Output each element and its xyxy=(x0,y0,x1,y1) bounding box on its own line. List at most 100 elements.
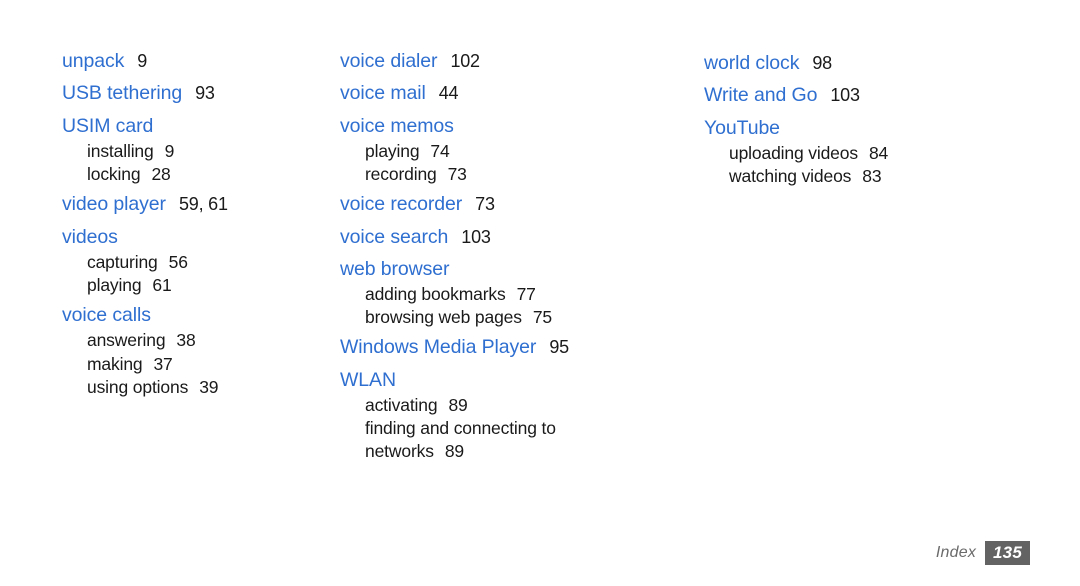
index-entry: voice search 103 xyxy=(340,220,661,251)
index-subentry-page-refs: 73 xyxy=(447,164,467,185)
index-term-row[interactable]: web browser xyxy=(340,252,661,283)
index-subentry[interactable]: installing 9 xyxy=(62,140,329,163)
index-subentry[interactable]: answering 38 xyxy=(62,329,329,352)
index-entry: videos capturing 56 playing 61 xyxy=(62,220,329,298)
index-page-refs: 44 xyxy=(438,83,459,104)
index-term-row[interactable]: videos xyxy=(62,220,329,251)
index-term: voice search xyxy=(340,225,449,248)
index-subentry-label: browsing web pages xyxy=(365,307,522,328)
index-subentry-label: playing xyxy=(87,275,142,295)
index-subentry-list: capturing 56 playing 61 xyxy=(62,251,329,297)
index-term-row[interactable]: Windows Media Player 95 xyxy=(340,330,661,361)
index-subentry-page-refs: 28 xyxy=(151,164,171,185)
index-term: WLAN xyxy=(340,368,396,391)
index-term-row[interactable]: world clock 98 xyxy=(704,46,1080,77)
index-entry: Windows Media Player 95 xyxy=(340,330,661,361)
index-subentry[interactable]: browsing web pages 75 xyxy=(340,306,600,329)
index-term: Write and Go xyxy=(704,84,818,107)
index-subentry[interactable]: playing 74 xyxy=(340,140,600,163)
index-subentry[interactable]: activating 89 xyxy=(340,394,600,417)
index-column-2: voice dialer 102 voice mail 44 voice memos pl… xyxy=(329,44,661,464)
index-page-refs: 9 xyxy=(137,51,148,71)
index-entry: video player 59, 61 xyxy=(62,187,329,218)
index-term: voice recorder xyxy=(340,193,463,216)
index-subentry-label: capturing xyxy=(87,251,158,272)
index-term: voice dialer xyxy=(340,50,438,72)
footer-section-label: Index xyxy=(935,544,977,561)
index-entry: Write and Go 103 xyxy=(704,78,1080,109)
index-term: USB tethering xyxy=(62,82,183,105)
index-subentry-label: locking xyxy=(87,164,141,185)
index-subentry-page-refs: 56 xyxy=(168,251,188,272)
index-entry: YouTube uploading videos 84 watching videos… xyxy=(704,111,1080,189)
index-subentry-list: uploading videos 84 watching videos 83 xyxy=(704,142,1080,188)
index-subentry-list: activating 89 finding and connecting to ne… xyxy=(340,394,661,463)
index-subentry[interactable]: locking 28 xyxy=(62,163,329,186)
index-term-row[interactable]: USB tethering 93 xyxy=(62,76,329,107)
index-term-row[interactable]: voice mail 44 xyxy=(340,76,661,107)
index-term-row[interactable]: YouTube xyxy=(704,111,1080,142)
index-subentry-page-refs: 89 xyxy=(448,395,468,416)
index-column-1: unpack 9 USB tethering 93 USIM card installin… xyxy=(0,44,329,400)
index-term-row[interactable]: video player 59, 61 xyxy=(62,187,329,218)
index-subentry-label: adding bookmarks xyxy=(365,284,506,305)
index-subentry-page-refs: 83 xyxy=(862,166,882,187)
index-subentry-page-refs: 38 xyxy=(176,330,196,351)
index-subentry[interactable]: making 37 xyxy=(62,353,329,376)
index-subentry[interactable]: watching videos 83 xyxy=(704,165,989,188)
index-subentry-page-refs: 75 xyxy=(532,307,552,328)
index-subentry-page-refs: 77 xyxy=(516,284,536,305)
index-term-row[interactable]: voice search 103 xyxy=(340,220,661,251)
index-entry: voice memos playing 74 recording 73 xyxy=(340,109,661,187)
index-column-3: world clock 98 Write and Go 103 YouTube uploa… xyxy=(661,44,1080,189)
index-subentry[interactable]: capturing 56 xyxy=(62,251,329,274)
index-term: video player xyxy=(62,193,166,216)
index-entry: voice recorder 73 xyxy=(340,187,661,218)
index-subentry-list: answering 38 making 37 using options 39 xyxy=(62,329,329,398)
index-term: YouTube xyxy=(704,116,780,139)
index-subentry[interactable]: adding bookmarks 77 xyxy=(340,283,600,306)
index-term: voice memos xyxy=(340,114,454,137)
index-subentry-page-refs: 74 xyxy=(430,141,450,162)
index-page-refs: 102 xyxy=(450,51,480,71)
index-subentry-list: installing 9 locking 28 xyxy=(62,140,329,186)
index-page-refs: 59, 61 xyxy=(178,194,228,215)
index-term-row[interactable]: voice recorder 73 xyxy=(340,187,661,218)
index-entry: world clock 98 xyxy=(704,46,1080,77)
index-term-row[interactable]: voice memos xyxy=(340,109,661,140)
index-subentry-page-refs: 37 xyxy=(153,353,173,374)
index-columns: unpack 9 USB tethering 93 USIM card installin… xyxy=(0,44,1080,464)
index-subentry-page-refs: 61 xyxy=(152,275,172,295)
index-page-refs: 103 xyxy=(461,226,491,247)
index-subentry-label: using options xyxy=(87,376,189,397)
index-page: unpack 9 USB tethering 93 USIM card installin… xyxy=(0,0,1080,586)
index-term-row[interactable]: voice dialer 102 xyxy=(340,44,661,75)
index-term: videos xyxy=(62,225,118,248)
page-number-badge: 135 xyxy=(985,540,1030,566)
index-page-refs: 98 xyxy=(812,53,832,73)
index-term-row[interactable]: USIM card xyxy=(62,109,329,140)
index-entry: web browser adding bookmarks 77 browsing we… xyxy=(340,252,661,330)
index-entry: unpack 9 xyxy=(62,44,329,75)
index-page-refs: 73 xyxy=(475,194,495,215)
index-term-row[interactable]: unpack 9 xyxy=(62,44,329,75)
page-footer: Index 135 xyxy=(0,540,1080,566)
index-page-refs: 93 xyxy=(195,83,215,104)
index-subentry-label: recording xyxy=(365,164,437,185)
index-term: USIM card xyxy=(62,114,154,137)
index-subentry-label: playing xyxy=(365,141,420,162)
index-subentry-list: adding bookmarks 77 browsing web pages 75 xyxy=(340,283,661,329)
index-term: Windows Media Player xyxy=(340,336,537,359)
index-subentry[interactable]: finding and connecting to networks 89 xyxy=(340,417,600,463)
index-subentry-label: uploading videos xyxy=(729,143,858,164)
index-term: voice mail xyxy=(340,82,426,105)
index-subentry-label: making xyxy=(87,353,143,374)
index-subentry[interactable]: using options 39 xyxy=(62,376,329,399)
index-subentry[interactable]: uploading videos 84 xyxy=(704,142,989,165)
index-term-row[interactable]: Write and Go 103 xyxy=(704,78,1080,109)
index-subentry[interactable]: playing 61 xyxy=(62,274,329,297)
index-term: world clock xyxy=(704,52,800,74)
index-term-row[interactable]: WLAN xyxy=(340,363,661,394)
index-term-row[interactable]: voice calls xyxy=(62,298,329,329)
index-subentry[interactable]: recording 73 xyxy=(340,163,600,186)
